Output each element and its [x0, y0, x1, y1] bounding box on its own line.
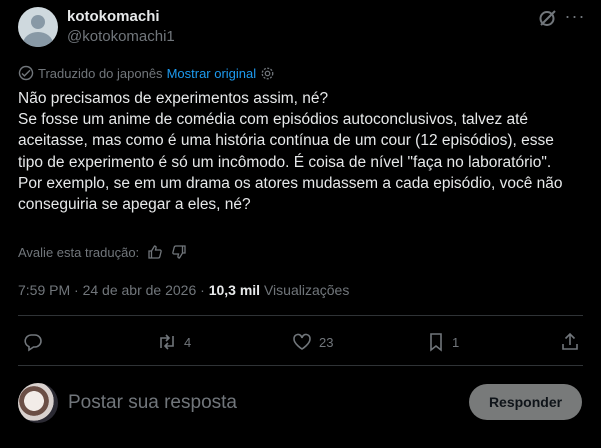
translate-icon [18, 65, 34, 81]
post-meta: 7:59 PM · 24 de abr de 2026 · 10,3 mil V… [18, 282, 349, 298]
views-label: Visualizações [263, 282, 350, 298]
action-bar: 4 23 1 [18, 330, 583, 354]
post-time[interactable]: 7:59 PM [18, 282, 70, 298]
heart-icon [291, 332, 313, 352]
translation-note: Traduzido do japonês [38, 65, 163, 81]
repost-button[interactable]: 4 [156, 330, 191, 354]
rate-translation-row: Avalie esta tradução: [18, 244, 187, 260]
meta-separator: · [200, 282, 205, 298]
repost-count: 4 [184, 334, 192, 350]
bookmark-count: 1 [452, 334, 460, 350]
user-avatar[interactable] [18, 383, 58, 423]
post-date[interactable]: 24 de abr de 2026 [83, 282, 197, 298]
share-icon [560, 332, 580, 352]
post-text: Não precisamos de experimentos assim, né… [18, 90, 563, 214]
reply-submit-button[interactable]: Responder [469, 384, 582, 420]
author-avatar[interactable] [18, 7, 58, 47]
bookmark-button[interactable]: 1 [426, 330, 459, 354]
author-handle[interactable]: @kotokomachi1 [67, 28, 175, 45]
like-count: 23 [319, 334, 334, 350]
more-options-icon[interactable]: ··· [564, 6, 586, 30]
views-count: 10,3 mil [208, 282, 261, 298]
default-avatar-head [31, 15, 45, 29]
thumbs-up-icon[interactable] [147, 244, 163, 260]
repost-icon [156, 332, 178, 352]
rate-translation-label: Avalie esta tradução: [18, 244, 140, 260]
author-name[interactable]: kotokomachi [67, 8, 160, 25]
reply-icon [23, 332, 43, 352]
meta-separator: · [74, 282, 79, 298]
default-avatar-body [23, 32, 53, 47]
reply-input[interactable]: Postar sua resposta [68, 392, 237, 414]
divider [18, 365, 583, 366]
divider [18, 315, 583, 316]
show-original-link[interactable]: Mostrar original [167, 66, 257, 81]
like-button[interactable]: 23 [291, 330, 333, 354]
bookmark-icon [426, 332, 446, 352]
grok-icon[interactable] [536, 6, 560, 30]
reply-button[interactable] [23, 330, 43, 354]
translation-row: Traduzido do japonês Mostrar original [18, 64, 275, 82]
settings-gear-icon[interactable] [260, 66, 275, 81]
share-button[interactable] [560, 330, 580, 354]
thumbs-down-icon[interactable] [171, 244, 187, 260]
